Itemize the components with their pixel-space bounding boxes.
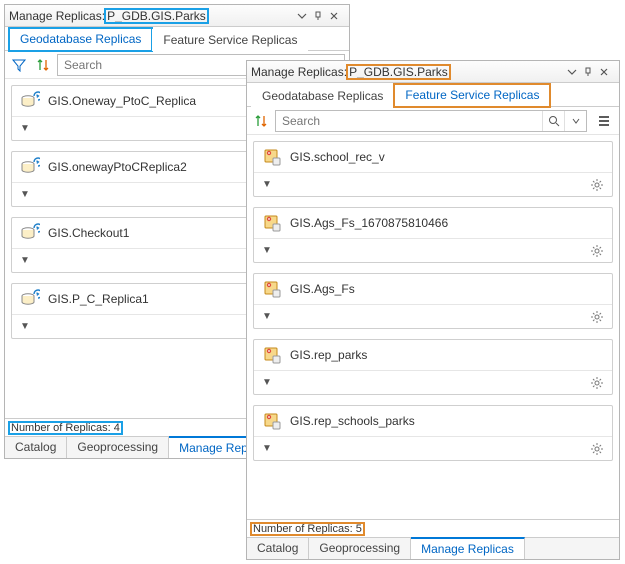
status-bar: Number of Replicas: 5 <box>247 519 619 537</box>
title-prefix: Manage Replicas: <box>251 65 347 79</box>
search-dropdown-icon[interactable] <box>564 111 586 131</box>
replica-fs-icon <box>262 147 282 167</box>
bottom-tab-catalog[interactable]: Catalog <box>5 437 67 458</box>
expand-chevron-icon[interactable]: ▼ <box>262 377 272 388</box>
replica-count: Number of Replicas: 4 <box>9 422 122 434</box>
replica-name: GIS.Ags_Fs_1670875810466 <box>290 216 448 230</box>
toolbar <box>247 107 619 135</box>
sort-icon[interactable] <box>33 55 53 75</box>
pin-button[interactable] <box>313 11 329 21</box>
replica-fs-icon <box>262 279 282 299</box>
replica-name: GIS.rep_parks <box>290 348 367 362</box>
tabs-top: Geodatabase Replicas Feature Service Rep… <box>5 27 349 51</box>
gear-icon[interactable] <box>590 310 604 324</box>
replica-card[interactable]: GIS.school_rec_v ▼ <box>253 141 613 197</box>
bottom-tab-manage-replicas[interactable]: Manage Replicas <box>411 537 525 559</box>
expand-chevron-icon[interactable]: ▼ <box>262 443 272 454</box>
replica-fs-icon <box>262 213 282 233</box>
replica-list: GIS.school_rec_v ▼ GIS.Ags_Fs_1670875810… <box>247 135 619 519</box>
expand-chevron-icon[interactable]: ▼ <box>262 245 272 256</box>
gear-icon[interactable] <box>590 178 604 192</box>
search-box[interactable] <box>275 110 587 132</box>
title-context: P_GDB.GIS.Parks <box>347 65 450 79</box>
menu-icon[interactable] <box>593 110 615 132</box>
bottom-tab-geoprocessing[interactable]: Geoprocessing <box>67 437 169 458</box>
gear-icon[interactable] <box>590 376 604 390</box>
replica-name: GIS.school_rec_v <box>290 150 385 164</box>
replica-card[interactable]: GIS.Ags_Fs_1670875810466 ▼ <box>253 207 613 263</box>
tab-geodatabase-replicas[interactable]: Geodatabase Replicas <box>251 85 394 107</box>
manage-replicas-panel-right: Manage Replicas: P_GDB.GIS.Parks Geodata… <box>246 60 620 560</box>
tabs-bottom: Catalog Geoprocessing Manage Replicas <box>247 537 619 559</box>
bottom-tab-geoprocessing[interactable]: Geoprocessing <box>309 538 411 559</box>
expand-chevron-icon[interactable]: ▼ <box>262 311 272 322</box>
tab-feature-service-replicas[interactable]: Feature Service Replicas <box>152 29 308 51</box>
tab-geodatabase-replicas[interactable]: Geodatabase Replicas <box>9 28 152 51</box>
expand-chevron-icon[interactable]: ▼ <box>20 189 30 200</box>
replica-name: GIS.rep_schools_parks <box>290 414 415 428</box>
bottom-tab-catalog[interactable]: Catalog <box>247 538 309 559</box>
close-button[interactable] <box>329 11 345 21</box>
search-input[interactable] <box>276 114 542 128</box>
replica-card[interactable]: GIS.rep_parks ▼ <box>253 339 613 395</box>
replica-name: GIS.P_C_Replica1 <box>48 292 149 306</box>
replica-name: GIS.Ags_Fs <box>290 282 355 296</box>
expand-chevron-icon[interactable]: ▼ <box>20 321 30 332</box>
search-icon[interactable] <box>542 111 564 131</box>
gear-icon[interactable] <box>590 244 604 258</box>
expand-chevron-icon[interactable]: ▼ <box>20 255 30 266</box>
replica-gdb-icon <box>20 289 40 309</box>
titlebar: Manage Replicas: P_GDB.GIS.Parks <box>5 5 349 27</box>
close-button[interactable] <box>599 67 615 77</box>
expand-chevron-icon[interactable]: ▼ <box>262 179 272 190</box>
filter-icon[interactable] <box>9 55 29 75</box>
autohide-button[interactable] <box>297 11 313 21</box>
replica-fs-icon <box>262 345 282 365</box>
replica-count: Number of Replicas: 5 <box>251 523 364 535</box>
sort-icon[interactable] <box>251 111 271 131</box>
titlebar: Manage Replicas: P_GDB.GIS.Parks <box>247 61 619 83</box>
replica-name: GIS.Oneway_PtoC_Replica <box>48 94 196 108</box>
gear-icon[interactable] <box>590 442 604 456</box>
replica-card[interactable]: GIS.rep_schools_parks ▼ <box>253 405 613 461</box>
replica-fs-icon <box>262 411 282 431</box>
pin-button[interactable] <box>583 67 599 77</box>
replica-gdb-icon <box>20 223 40 243</box>
replica-card[interactable]: GIS.Ags_Fs ▼ <box>253 273 613 329</box>
tab-feature-service-replicas[interactable]: Feature Service Replicas <box>394 84 550 107</box>
autohide-button[interactable] <box>567 67 583 77</box>
replica-name: GIS.onewayPtoCReplica2 <box>48 160 187 174</box>
replica-gdb-icon <box>20 91 40 111</box>
title-prefix: Manage Replicas: <box>9 9 105 23</box>
tabs-top: Geodatabase Replicas Feature Service Rep… <box>247 83 619 107</box>
replica-name: GIS.Checkout1 <box>48 226 129 240</box>
title-context: P_GDB.GIS.Parks <box>105 9 208 23</box>
expand-chevron-icon[interactable]: ▼ <box>20 123 30 134</box>
replica-gdb-icon <box>20 157 40 177</box>
